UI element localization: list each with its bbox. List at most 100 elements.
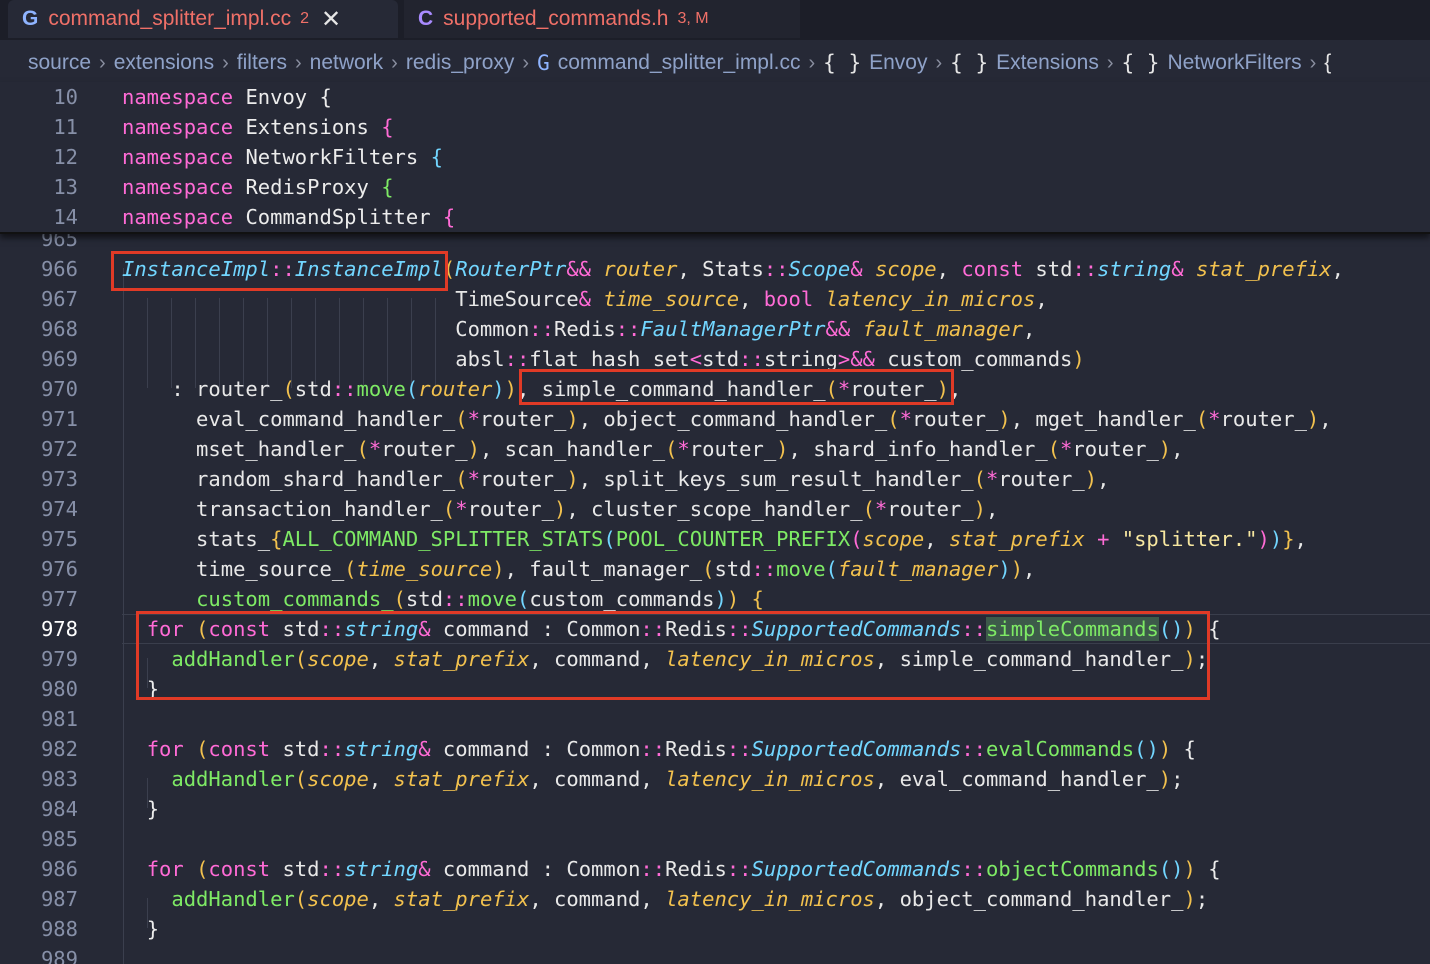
code-row[interactable]: 986 for (const std::string& command : Co… <box>0 854 1430 884</box>
code-line: namespace Envoy { <box>122 82 332 112</box>
breadcrumb-item-network[interactable]: network › <box>310 51 406 75</box>
sticky-line[interactable]: 13 namespace RedisProxy { <box>0 172 1430 202</box>
code-line: namespace NetworkFilters { <box>122 142 443 172</box>
line-number: 973 <box>40 467 78 491</box>
code-row[interactable]: 975 stats_{ALL_COMMAND_SPLITTER_STATS(PO… <box>0 524 1430 554</box>
code-row[interactable]: 971 eval_command_handler_(*router_), obj… <box>0 404 1430 434</box>
namespace-icon: { } <box>823 51 862 75</box>
chevron-right-icon: › <box>391 51 398 74</box>
code-line: namespace RedisProxy { <box>122 172 394 202</box>
sticky-line[interactable]: 12 namespace NetworkFilters { <box>0 142 1430 172</box>
problems-badge: 2 <box>300 10 310 27</box>
line-number: 980 <box>40 677 78 701</box>
chevron-right-icon: › <box>808 51 816 74</box>
tab-supported-commands[interactable]: C supported_commands.h 3, M <box>404 0 800 38</box>
breadcrumb-item-more[interactable]: { <box>1324 51 1331 75</box>
breadcrumb-item-filters[interactable]: filters › <box>237 51 310 75</box>
code-row[interactable]: 987 addHandler(scope, stat_prefix, comma… <box>0 884 1430 914</box>
keyword: namespace <box>122 145 234 169</box>
breadcrumb-item-source[interactable]: source › <box>28 51 114 75</box>
code-line: for (const std::string& command : Common… <box>146 737 1196 761</box>
breadcrumb: source › extensions › filters › network › re… <box>0 44 1430 82</box>
keyword: namespace <box>122 85 234 109</box>
line-number: 12 <box>53 145 78 169</box>
line-number: 983 <box>40 767 78 791</box>
line-number: 978 <box>40 617 78 641</box>
chevron-right-icon: › <box>1309 51 1317 74</box>
chevron-right-icon: › <box>1106 51 1114 74</box>
brace: { <box>430 145 443 169</box>
line-number: 974 <box>40 497 78 521</box>
line-number: 977 <box>40 587 78 611</box>
breadcrumb-label: filters <box>236 51 287 74</box>
line-number: 970 <box>40 377 78 401</box>
namespace-name: NetworkFilters <box>245 145 419 169</box>
breadcrumb-item-extensions-ns[interactable]: { } Extensions › <box>950 51 1121 75</box>
line-number: 976 <box>40 557 78 581</box>
code-row[interactable]: 973 random_shard_handler_(*router_), spl… <box>0 464 1430 494</box>
line-number: 10 <box>53 85 78 109</box>
code-row[interactable]: 989 <box>0 944 1430 964</box>
keyword: namespace <box>122 115 234 139</box>
keyword: namespace <box>122 205 234 229</box>
namespace-name: Envoy <box>245 85 308 109</box>
chevron-right-icon: › <box>222 51 229 74</box>
code-row[interactable]: 977 custom_commands_(std::move(custom_co… <box>0 584 1430 614</box>
annotation-box-constructor <box>111 251 448 291</box>
breadcrumb-label: redis_proxy <box>405 51 515 74</box>
close-icon[interactable]: ✕ <box>321 5 341 34</box>
code-row[interactable]: 985 <box>0 824 1430 854</box>
code-row[interactable]: 988 } <box>0 914 1430 944</box>
namespace-icon: { } <box>950 51 989 75</box>
code-row[interactable]: 968 Common::Redis::FaultManagerPtr&& fau… <box>0 314 1430 344</box>
line-number: 987 <box>40 887 78 911</box>
breadcrumb-label: source <box>28 51 92 74</box>
code-line: stats_{ALL_COMMAND_SPLITTER_STATS(POOL_C… <box>122 527 1307 551</box>
line-number: 967 <box>40 287 78 311</box>
code-row[interactable]: 976 time_source_(time_source), fault_man… <box>0 554 1430 584</box>
code-line: namespace CommandSplitter { <box>122 202 455 232</box>
line-number: 988 <box>40 917 78 941</box>
code-row[interactable]: 974 transaction_handler_(*router_), clus… <box>0 494 1430 524</box>
line-number: 969 <box>40 347 78 371</box>
line-number: 11 <box>53 115 78 139</box>
breadcrumb-label: command_splitter_impl.cc <box>557 51 801 74</box>
tab-label: command_splitter_impl.cc <box>48 7 292 30</box>
chevron-right-icon: › <box>522 51 530 74</box>
sticky-line[interactable]: 10 namespace Envoy { <box>0 82 1430 112</box>
sticky-line[interactable]: 11 namespace Extensions { <box>0 112 1430 142</box>
code-line: mset_handler_(*router_), scan_handler_(*… <box>122 437 1184 461</box>
breadcrumb-label: network <box>309 51 384 74</box>
code-row[interactable]: 983 addHandler(scope, stat_prefix, comma… <box>0 764 1430 794</box>
code-line: for (const std::string& command : Common… <box>146 857 1221 881</box>
sticky-line[interactable]: 14 namespace CommandSplitter { <box>0 202 1430 232</box>
code-row[interactable]: 982 for (const std::string& command : Co… <box>0 734 1430 764</box>
namespace-name: Extensions <box>245 115 369 139</box>
annotation-box-simple-handler <box>519 369 954 405</box>
code-line: random_shard_handler_(*router_), split_k… <box>122 467 1110 491</box>
line-number: 971 <box>40 407 78 431</box>
breadcrumb-label: Envoy <box>869 51 928 74</box>
line-number: 968 <box>40 317 78 341</box>
code-row[interactable]: 972 mset_handler_(*router_), scan_handle… <box>0 434 1430 464</box>
code-editor[interactable]: 965 966 InstanceImpl::InstanceImpl(Router… <box>0 224 1430 964</box>
tab-command-splitter-impl[interactable]: G command_splitter_impl.cc 2 ✕ <box>8 0 398 38</box>
code-line: Common::Redis::FaultManagerPtr&& fault_m… <box>122 317 1036 341</box>
breadcrumb-item-networkfilters[interactable]: { } NetworkFilters › <box>1122 51 1325 75</box>
namespace-icon: { } <box>1121 51 1160 75</box>
code-line: } <box>146 917 160 941</box>
code-line: time_source_(time_source), fault_manager… <box>122 557 1036 581</box>
line-number: 972 <box>40 437 78 461</box>
breadcrumb-item-redis-proxy[interactable]: redis_proxy › <box>406 51 537 75</box>
code-row[interactable]: 981 <box>0 704 1430 734</box>
breadcrumb-item-file[interactable]: Gcommand_splitter_impl.cc › <box>537 51 823 75</box>
sticky-scroll[interactable]: 10 namespace Envoy { 11 namespace Extensio… <box>0 82 1430 234</box>
line-number: 975 <box>40 527 78 551</box>
line-number: 982 <box>40 737 78 761</box>
breadcrumb-item-extensions[interactable]: extensions › <box>114 51 237 75</box>
namespace-name: CommandSplitter <box>245 205 431 229</box>
breadcrumb-item-envoy[interactable]: { } Envoy › <box>823 51 950 75</box>
line-number: 986 <box>40 857 78 881</box>
code-row[interactable]: 984 } <box>0 794 1430 824</box>
code-line: eval_command_handler_(*router_), object_… <box>122 407 1332 431</box>
